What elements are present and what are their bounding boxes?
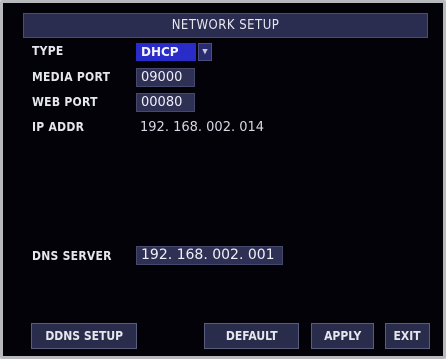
default-button[interactable]: DEFAULT <box>204 323 299 349</box>
web-port-label: WEB PORT <box>32 95 98 109</box>
web-port-field[interactable]: 00080 <box>136 93 195 112</box>
chevron-down-icon[interactable]: ▼ <box>198 43 212 61</box>
ddns-setup-label: DDNS SETUP <box>45 329 123 343</box>
type-label: TYPE <box>32 44 64 58</box>
exit-label: EXIT <box>393 329 422 343</box>
exit-button[interactable]: EXIT <box>385 323 430 349</box>
media-port-label: MEDIA PORT <box>32 70 111 84</box>
type-select-value[interactable]: DHCP <box>136 43 196 61</box>
apply-button[interactable]: APPLY <box>311 323 374 349</box>
media-port-field[interactable]: 09000 <box>136 68 195 87</box>
type-select[interactable]: DHCP ▼ <box>136 43 216 61</box>
dns-server-label: DNS SERVER <box>32 249 112 263</box>
network-setup-screen: NETWORK SETUP TYPE DHCP ▼ MEDIA PORT 090… <box>0 0 446 359</box>
default-label: DEFAULT <box>225 329 278 343</box>
ddns-setup-button[interactable]: DDNS SETUP <box>31 323 137 349</box>
page-title: NETWORK SETUP <box>23 13 428 38</box>
apply-label: APPLY <box>323 329 362 343</box>
ip-addr-label: IP ADDR <box>32 120 85 134</box>
dns-server-field[interactable]: 192. 168. 002. 001 <box>136 246 283 265</box>
ip-addr-value: 192. 168. 002. 014 <box>140 120 265 135</box>
